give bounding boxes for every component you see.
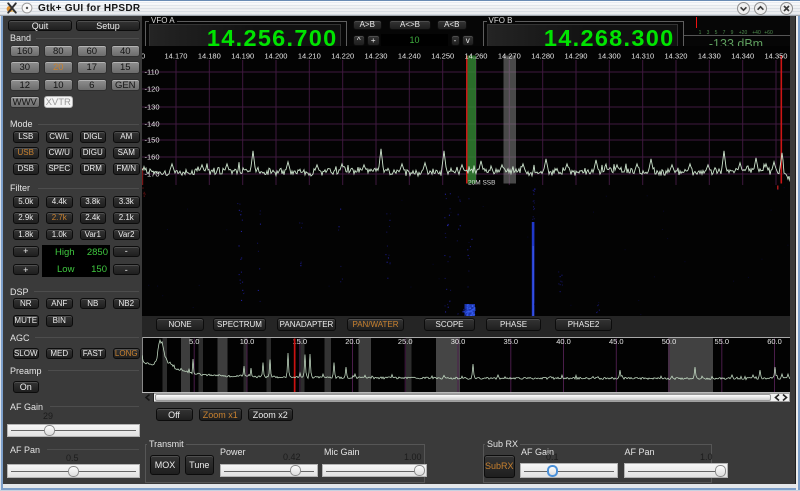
- svg-text:35.0: 35.0: [503, 337, 518, 346]
- svg-text:14.180: 14.180: [198, 52, 221, 61]
- svg-text:14.310: 14.310: [631, 52, 654, 61]
- svg-text:-140: -140: [145, 120, 160, 129]
- svg-text:14.290: 14.290: [565, 52, 588, 61]
- svg-text:0: 0: [142, 52, 145, 61]
- svg-text:14.250: 14.250: [431, 52, 454, 61]
- svg-text:55.0: 55.0: [714, 337, 729, 346]
- svg-text:14.300: 14.300: [598, 52, 621, 61]
- svg-text:-120: -120: [145, 85, 160, 94]
- svg-text:14.200: 14.200: [265, 52, 288, 61]
- svg-text:60.0: 60.0: [767, 337, 782, 346]
- svg-text:14.270: 14.270: [498, 52, 521, 61]
- svg-text:14.170: 14.170: [165, 52, 188, 61]
- svg-text:14.230: 14.230: [365, 52, 388, 61]
- svg-text:14.320: 14.320: [665, 52, 688, 61]
- svg-text:14.350: 14.350: [765, 52, 788, 61]
- svg-text:50.0: 50.0: [662, 337, 677, 346]
- svg-text:40.0: 40.0: [556, 337, 571, 346]
- svg-text:14.240: 14.240: [398, 52, 421, 61]
- svg-text:-130: -130: [145, 103, 160, 112]
- svg-text:20.0: 20.0: [345, 337, 360, 346]
- svg-text:5.0: 5.0: [189, 337, 199, 346]
- svg-text:25.0: 25.0: [398, 337, 413, 346]
- svg-text:14.190: 14.190: [231, 52, 254, 61]
- svg-text:14.260: 14.260: [465, 52, 488, 61]
- svg-text:14.340: 14.340: [731, 52, 754, 61]
- svg-text:14.210: 14.210: [298, 52, 321, 61]
- svg-text:-160: -160: [145, 153, 160, 162]
- svg-text:30.0: 30.0: [451, 337, 466, 346]
- svg-text:-150: -150: [145, 136, 160, 145]
- svg-text:20M SSB: 20M SSB: [468, 180, 495, 187]
- svg-text:45.0: 45.0: [609, 337, 624, 346]
- svg-text:-110: -110: [145, 68, 159, 77]
- svg-text:14.330: 14.330: [698, 52, 721, 61]
- svg-text:14.280: 14.280: [531, 52, 554, 61]
- svg-text:10.0: 10.0: [240, 337, 255, 346]
- svg-text:14.220: 14.220: [331, 52, 354, 61]
